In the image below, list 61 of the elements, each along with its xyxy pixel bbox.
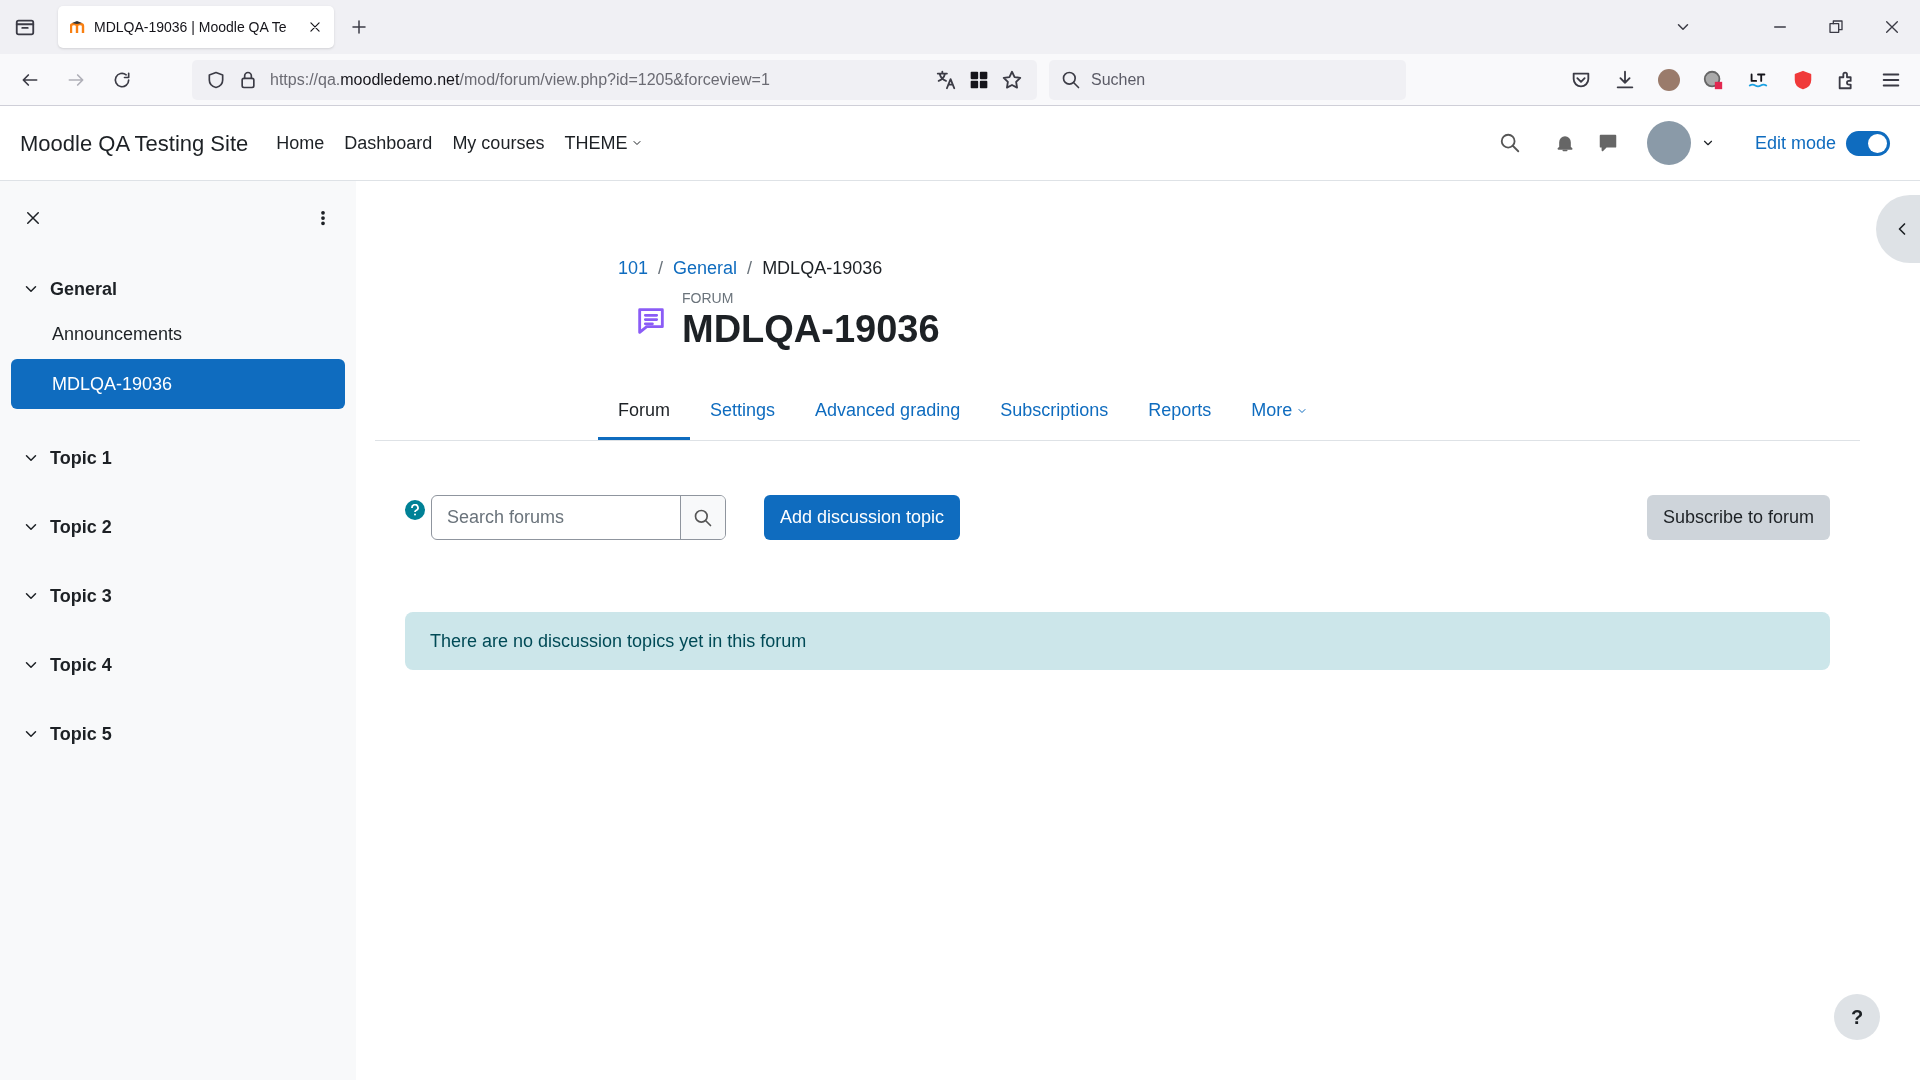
edit-mode-toggle[interactable] <box>1846 130 1890 156</box>
lock-icon <box>238 69 258 90</box>
nav-tab[interactable]: Forum <box>598 384 690 440</box>
nav-tab[interactable]: Subscriptions <box>980 384 1129 440</box>
page-title: MDLQA-19036 <box>682 307 940 352</box>
breadcrumb-current: MDLQA-19036 <box>762 257 883 280</box>
search-icon <box>693 507 713 528</box>
alert-message: There are no discussion topics yet in this forum <box>430 629 807 653</box>
restore-icon[interactable] <box>1828 19 1844 35</box>
download-icon[interactable] <box>1614 68 1636 91</box>
add-discussion-button[interactable]: Add discussion topic <box>764 495 961 540</box>
help-button[interactable]: ? <box>1834 994 1880 1040</box>
moodle-logo-icon <box>70 20 86 34</box>
activity-type-label: FORUM <box>682 290 735 306</box>
nav-tab[interactable]: Advanced grading <box>795 384 981 440</box>
edit-mode-label: Edit mode <box>1754 131 1836 155</box>
close-icon[interactable] <box>24 209 42 227</box>
subscribe-button[interactable]: Subscribe to forum <box>1646 495 1830 540</box>
section-link[interactable]: Topic 5 <box>50 720 112 748</box>
address-bar[interactable]: https://qa.moodledemo.net/mod/forum/view.php?id=1205&forceview=1 <box>192 59 1037 100</box>
search-icon[interactable] <box>1498 132 1521 154</box>
browser-tab[interactable]: MDLQA-19036 | Moodle QA Te <box>58 6 334 48</box>
nav-menu[interactable]: THEME <box>564 129 644 157</box>
profile-avatar[interactable] <box>1658 68 1680 91</box>
search-icon <box>1061 69 1081 90</box>
nav-link[interactable]: My courses <box>452 129 545 157</box>
nav-link[interactable]: Home <box>276 129 325 157</box>
search-button[interactable] <box>680 496 725 539</box>
breadcrumb-separator: / <box>658 257 664 280</box>
breadcrumb-link[interactable]: 101 <box>618 255 649 282</box>
search-field[interactable]: Search forums <box>431 495 726 540</box>
breadcrumb-link[interactable]: General <box>673 255 738 282</box>
shield-icon[interactable] <box>1792 68 1814 91</box>
translate-icon[interactable] <box>935 68 957 91</box>
tab-title: MDLQA-19036 | Moodle QA Te <box>94 17 288 37</box>
star-icon[interactable] <box>1001 68 1023 91</box>
url-text: https://qa.moodledemo.net/mod/forum/view.php?id=1205&forceview=1 <box>270 69 770 90</box>
grid-icon[interactable] <box>969 69 989 90</box>
section-link[interactable]: Topic 4 <box>50 651 112 679</box>
user-avatar[interactable] <box>1646 121 1691 165</box>
nav-tab[interactable]: More <box>1231 384 1329 440</box>
close-icon[interactable] <box>1884 19 1900 35</box>
section-link[interactable]: General <box>50 275 118 303</box>
search-field[interactable]: Suchen <box>1049 59 1406 100</box>
breadcrumb-separator: / <box>747 257 753 280</box>
activity-link[interactable]: MDLQA-19036 <box>11 359 345 409</box>
new-tab-icon[interactable] <box>350 18 368 36</box>
nav-tab[interactable]: Reports <box>1128 384 1232 440</box>
activity-link[interactable]: Announcements <box>11 309 345 359</box>
section-link[interactable]: Topic 1 <box>50 444 112 472</box>
section-link[interactable]: Topic 2 <box>50 513 112 541</box>
section-link[interactable]: Topic 3 <box>50 582 112 610</box>
help-icon[interactable] <box>405 499 425 520</box>
site-title[interactable]: Moodle QA Testing Site <box>20 126 249 160</box>
drawer-toggle-button[interactable] <box>1876 195 1920 263</box>
close-icon[interactable] <box>308 20 322 34</box>
search-input[interactable]: Search forums <box>432 496 680 539</box>
shield-icon <box>206 69 226 90</box>
search-input[interactable]: Suchen <box>1091 67 1371 92</box>
nav-link[interactable]: Dashboard <box>344 129 433 157</box>
nav-tab[interactable]: Settings <box>690 384 796 440</box>
